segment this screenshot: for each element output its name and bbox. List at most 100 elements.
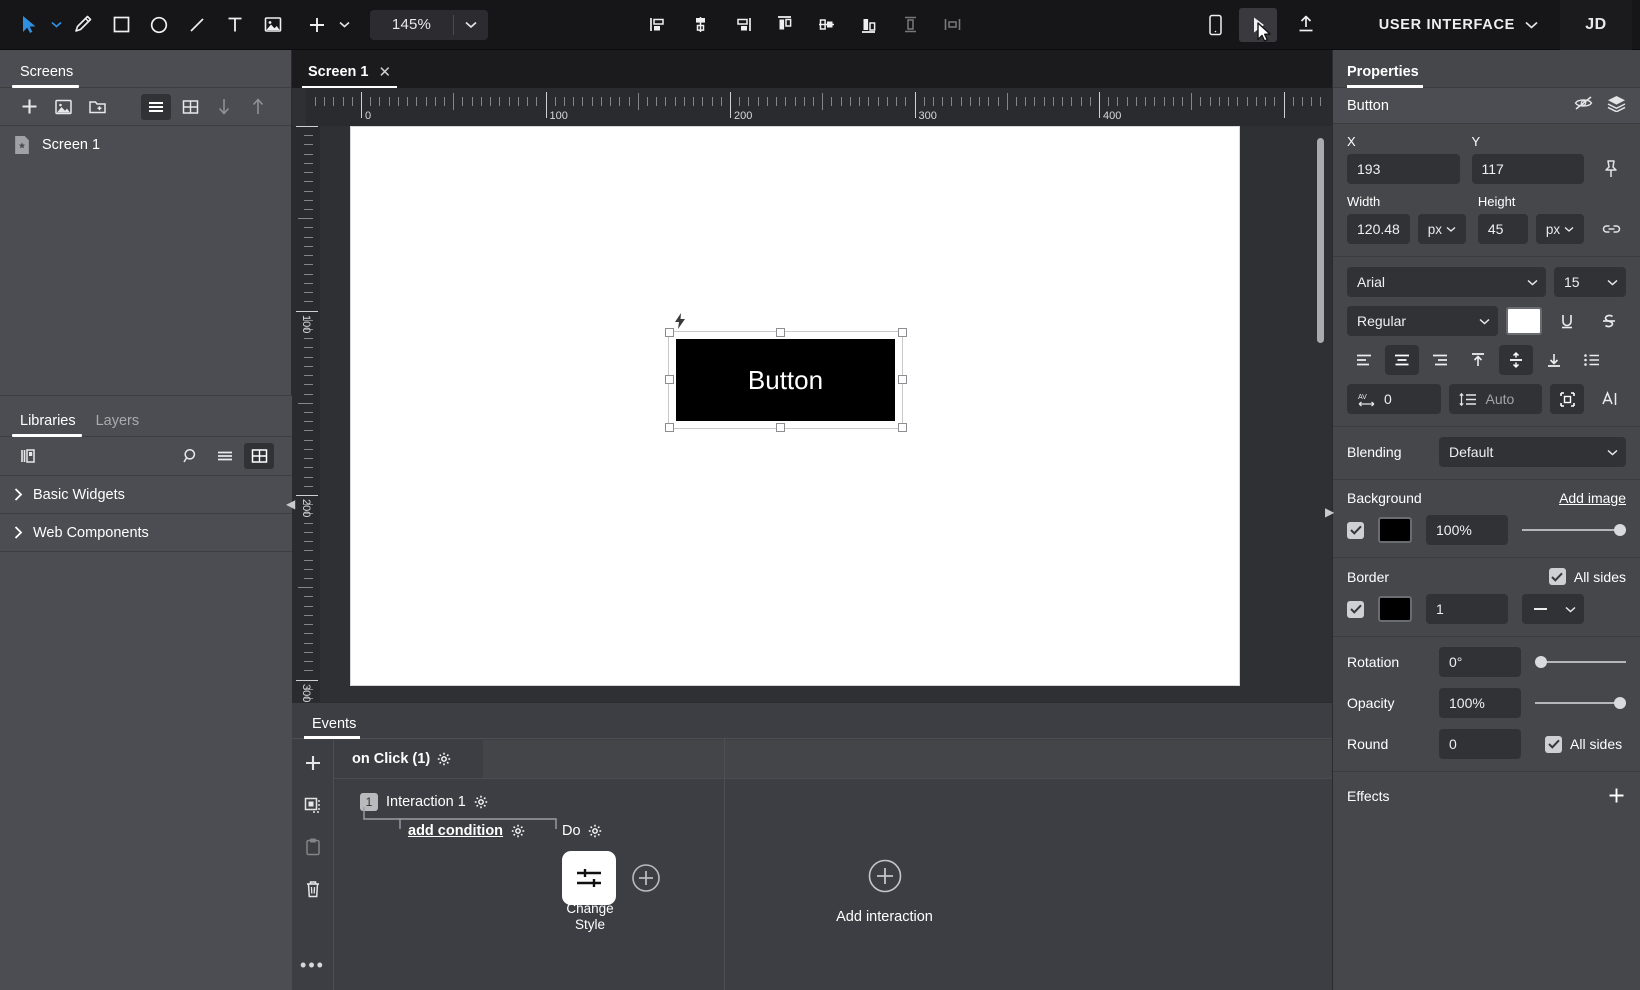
left-panel-collapse-button[interactable]: ◀ — [286, 497, 295, 511]
background-opacity-input[interactable]: 100% — [1426, 515, 1508, 545]
align-text-left-button[interactable] — [1347, 345, 1381, 375]
letter-spacing-input[interactable]: AV 0 — [1347, 384, 1441, 414]
round-input[interactable]: 0 — [1439, 729, 1521, 759]
tab-libraries[interactable]: Libraries — [12, 413, 88, 437]
select-tool-dropdown[interactable] — [48, 8, 64, 42]
delete-event-button[interactable] — [300, 877, 326, 901]
add-image-screen-button[interactable] — [48, 94, 78, 120]
add-condition-link[interactable]: add condition — [408, 823, 503, 839]
border-color-swatch[interactable] — [1378, 596, 1412, 622]
round-all-sides-checkbox[interactable] — [1545, 735, 1562, 753]
tab-events[interactable]: Events — [304, 716, 366, 739]
tab-screen-1[interactable]: Screen 1 ✕ — [302, 63, 398, 89]
line-height-input[interactable]: Auto — [1448, 384, 1542, 414]
border-width-input[interactable]: 1 — [1426, 594, 1508, 624]
rectangle-tool-button[interactable] — [102, 8, 140, 42]
library-selector-button[interactable] — [14, 443, 44, 469]
close-icon[interactable]: ✕ — [378, 63, 391, 81]
align-right-button[interactable] — [722, 8, 762, 42]
library-group-basic-widgets[interactable]: Basic Widgets — [0, 476, 292, 514]
slider-knob[interactable] — [1535, 656, 1547, 668]
distribute-horizontal-button[interactable] — [932, 8, 972, 42]
sidebar-item-screen-1[interactable]: Screen 1 — [0, 126, 291, 164]
mobile-preview-button[interactable] — [1197, 8, 1235, 42]
artboard-viewport[interactable]: Button — [320, 126, 1332, 748]
screens-list-view-button[interactable] — [141, 93, 171, 120]
distribute-vertical-button[interactable] — [890, 8, 930, 42]
add-tool-button[interactable] — [298, 8, 336, 42]
opacity-slider[interactable] — [1535, 695, 1626, 711]
valign-top-button[interactable] — [1461, 345, 1495, 375]
sort-ascending-button[interactable] — [243, 94, 273, 120]
library-search-button[interactable] — [176, 443, 206, 469]
library-grid-view-button[interactable] — [244, 443, 274, 469]
zoom-control[interactable]: 145% — [370, 9, 488, 40]
resize-handle-n[interactable] — [776, 328, 785, 337]
border-all-sides-group[interactable]: All sides — [1548, 568, 1626, 585]
border-enabled-checkbox[interactable] — [1347, 600, 1364, 618]
width-unit-select[interactable]: px — [1417, 214, 1466, 244]
text-tool-button[interactable] — [216, 8, 254, 42]
artboard-screen-1[interactable]: Button — [350, 126, 1240, 686]
gear-icon[interactable] — [588, 824, 602, 838]
pin-position-button[interactable] — [1596, 154, 1626, 184]
canvas-area[interactable]: 0100200300400 100200300 Button ▼ — [292, 88, 1332, 757]
align-bottom-button[interactable] — [848, 8, 888, 42]
ellipse-tool-button[interactable] — [140, 8, 178, 42]
play-preview-button[interactable] — [1238, 7, 1277, 42]
resize-handle-s[interactable] — [776, 423, 785, 432]
share-button[interactable] — [1287, 8, 1325, 42]
zoom-dropdown-button[interactable] — [454, 21, 488, 29]
font-weight-select[interactable]: Regular — [1347, 306, 1498, 336]
lock-aspect-ratio-button[interactable] — [1596, 214, 1626, 244]
add-image-link[interactable]: Add image — [1559, 490, 1626, 506]
library-group-web-components[interactable]: Web Components — [0, 514, 292, 552]
slider-knob[interactable] — [1614, 524, 1626, 536]
round-all-sides-group[interactable]: All sides — [1545, 735, 1622, 753]
border-style-select[interactable] — [1522, 594, 1584, 624]
resize-handle-ne[interactable] — [898, 328, 907, 337]
sort-descending-button[interactable] — [209, 94, 239, 120]
height-unit-select[interactable]: px — [1536, 214, 1584, 244]
align-text-center-button[interactable] — [1385, 345, 1419, 375]
zoom-value[interactable]: 145% — [370, 16, 453, 33]
library-list-view-button[interactable] — [210, 443, 240, 469]
font-family-select[interactable]: Arial — [1347, 267, 1546, 297]
add-condition-group[interactable]: add condition — [408, 823, 525, 839]
paste-event-button[interactable] — [300, 835, 326, 859]
layers-button[interactable] — [1607, 95, 1626, 117]
width-input[interactable]: 120.48 — [1347, 214, 1410, 244]
action-change-style-button[interactable] — [562, 851, 616, 905]
event-trigger-title[interactable]: on Click (1) — [334, 751, 451, 767]
x-input[interactable]: 193 — [1347, 154, 1460, 184]
tab-properties[interactable]: Properties — [1347, 64, 1429, 88]
copy-event-button[interactable] — [300, 793, 326, 817]
align-middle-vertical-button[interactable] — [806, 8, 846, 42]
tab-layers[interactable]: Layers — [88, 413, 152, 436]
add-tool-dropdown[interactable] — [336, 8, 352, 42]
pen-tool-button[interactable] — [64, 8, 102, 42]
opacity-input[interactable]: 100% — [1439, 688, 1521, 718]
text-direction-button[interactable] — [1592, 384, 1626, 414]
background-color-swatch[interactable] — [1378, 517, 1412, 543]
add-action-button[interactable] — [630, 862, 662, 894]
right-panel-collapse-button[interactable]: ▶ — [1325, 505, 1334, 519]
autofit-button[interactable] — [1550, 384, 1584, 414]
align-top-button[interactable] — [764, 8, 804, 42]
gear-icon[interactable] — [437, 752, 451, 766]
rotation-input[interactable]: 0° — [1439, 647, 1521, 677]
avatar[interactable]: JD — [1560, 0, 1632, 50]
resize-handle-sw[interactable] — [665, 423, 674, 432]
gear-icon[interactable] — [511, 824, 525, 838]
resize-handle-se[interactable] — [898, 423, 907, 432]
hide-object-button[interactable] — [1574, 95, 1593, 116]
font-size-select[interactable]: 15 — [1554, 267, 1626, 297]
resize-handle-w[interactable] — [665, 375, 674, 384]
y-input[interactable]: 117 — [1471, 154, 1584, 184]
border-all-sides-checkbox[interactable] — [1548, 568, 1566, 585]
events-more-button[interactable]: ••• — [300, 955, 325, 976]
account-menu[interactable]: USER INTERFACE — [1379, 17, 1538, 33]
rotation-slider[interactable] — [1535, 654, 1626, 670]
add-event-button[interactable] — [300, 751, 326, 775]
select-tool-button[interactable] — [10, 8, 48, 42]
